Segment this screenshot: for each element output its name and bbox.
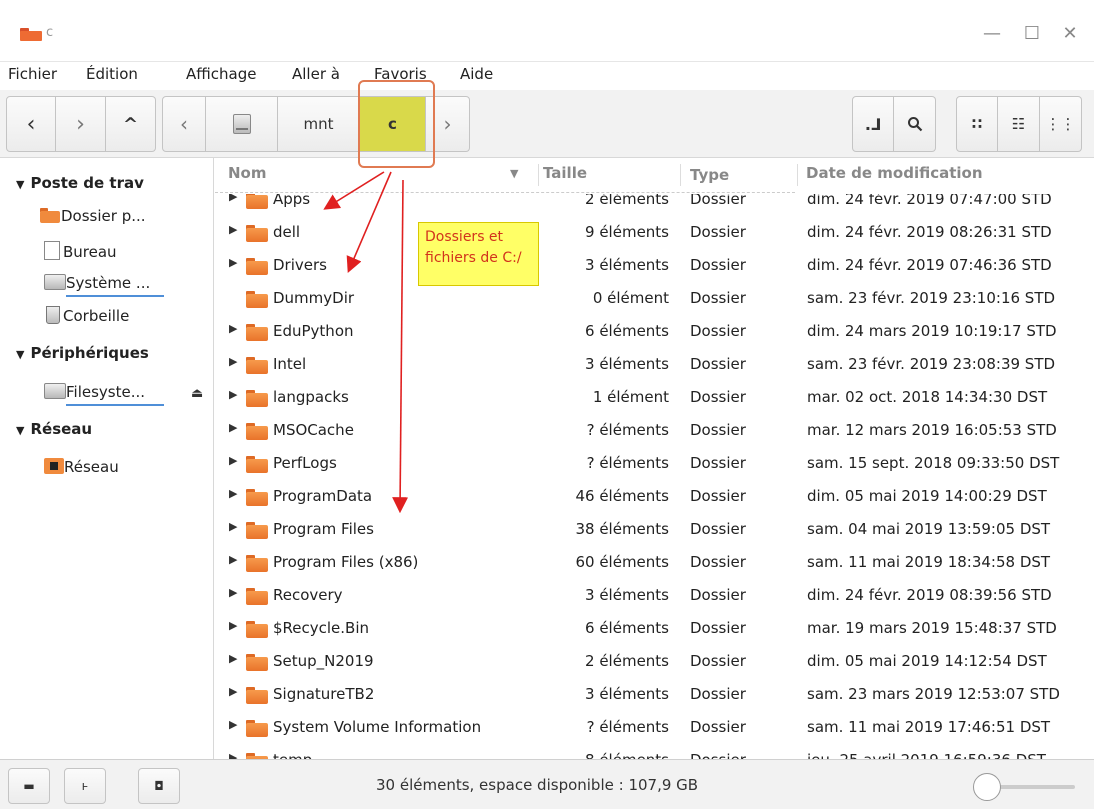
- zoom-slider-handle[interactable]: [973, 773, 1001, 801]
- status-text: 30 éléments, espace disponible : 107,9 G…: [376, 776, 699, 794]
- arrow-to-apps: [323, 171, 385, 210]
- places-pane-icon[interactable]: ▬: [8, 768, 50, 804]
- annotation-arrows: [323, 171, 409, 514]
- tree-pane-icon[interactable]: ⱶ: [64, 768, 106, 804]
- status-bar: ▬ ⱶ ◘ 30 éléments, espace disponible : 1…: [0, 759, 1094, 809]
- annotation-note: Dossiers et fichiers de C:/: [418, 222, 539, 286]
- toggle-sidebar-icon[interactable]: ◘: [138, 768, 180, 804]
- arrow-to-drivers: [346, 171, 392, 273]
- arrow-to-program-files: [392, 179, 409, 514]
